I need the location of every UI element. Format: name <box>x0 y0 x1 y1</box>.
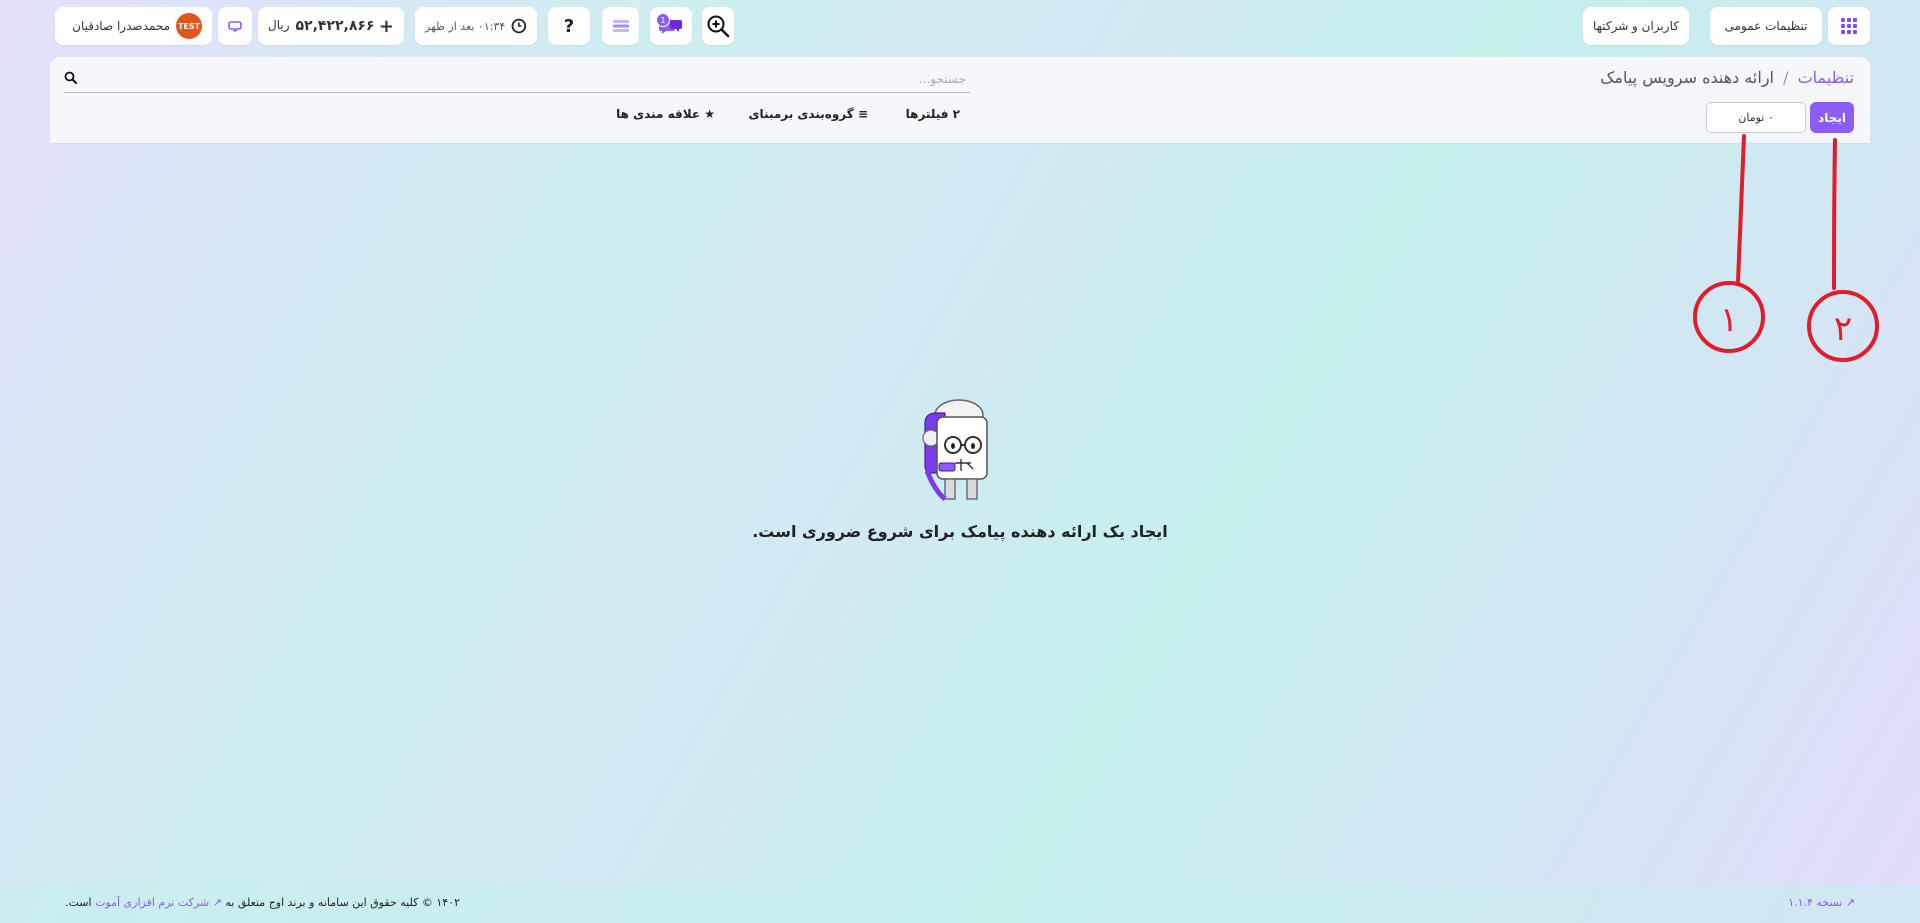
grid-icon <box>1841 18 1857 34</box>
footer: ۱۴۰۲ © کلیه حقوق این سامانه و برند اوج م… <box>0 885 1920 923</box>
user-name: محمدصدرا صادقیان <box>72 19 170 33</box>
filters-button[interactable]: ۲ فیلترها <box>906 107 960 121</box>
search-bar <box>64 64 970 93</box>
control-panel: تنظیمات / ارائه دهنده سرویس پیامک ایجاد … <box>50 57 1870 144</box>
balance-amount: ۵۲,۴۲۲,۸۶۶ <box>295 18 375 34</box>
device-toggle-button[interactable] <box>218 7 252 45</box>
balance-currency: ریال <box>268 18 290 32</box>
favorites-button[interactable]: ★ علاقه مندی ها <box>616 107 715 121</box>
help-button[interactable]: ? <box>548 7 590 45</box>
annotation-line-1 <box>1736 134 1746 284</box>
annotation-circle-2 <box>1807 290 1879 362</box>
list-icon <box>612 20 629 32</box>
annotation-line-2 <box>1832 138 1837 290</box>
clock-icon <box>511 18 527 34</box>
balance-plus[interactable]: + <box>379 16 394 37</box>
copyright: ۱۴۰۲ © کلیه حقوق این سامانه و برند اوج م… <box>65 896 460 909</box>
user-menu[interactable]: TEST محمدصدرا صادقیان <box>55 7 212 45</box>
chat-button[interactable]: 1 <box>650 7 692 45</box>
favorites-label: علاقه مندی ها <box>616 107 701 121</box>
breadcrumb: تنظیمات / ارائه دهنده سرویس پیامک <box>1600 68 1854 87</box>
user-avatar: TEST <box>176 13 202 39</box>
zoom-in-icon <box>707 15 730 38</box>
users-companies-button[interactable]: کاربران و شرکتها <box>1583 7 1689 45</box>
group-by-label: گروه‌بندی برمبنای <box>748 107 854 121</box>
external-link-icon: ↗ <box>1845 896 1855 909</box>
activity-button[interactable] <box>602 7 639 45</box>
filters-label: ۲ فیلترها <box>905 107 960 121</box>
star-icon: ★ <box>704 107 715 121</box>
annotation-circle-1 <box>1693 281 1765 353</box>
page-title: ارائه دهنده سرویس پیامک <box>1600 68 1774 87</box>
wallet-balance[interactable]: + ۵۲,۴۲۲,۸۶۶ ریال <box>258 7 404 45</box>
copyright-prefix: ۱۴۰۲ © کلیه حقوق این سامانه و برند اوج م… <box>225 896 460 909</box>
external-link-icon: ↗ <box>212 896 222 909</box>
group-by-button[interactable]: ≡ گروه‌بندی برمبنای <box>749 107 868 121</box>
apps-menu-button[interactable] <box>1828 7 1870 45</box>
monitor-icon <box>228 21 242 32</box>
list-lines-icon: ≡ <box>857 107 868 121</box>
general-settings-button[interactable]: تنظیمات عمومی <box>1710 7 1822 45</box>
company-link[interactable]: شرکت نرم افزاری آموت <box>95 896 209 909</box>
zoom-button[interactable] <box>702 7 734 45</box>
copyright-suffix: است. <box>65 896 92 909</box>
clock-widget: ۰۱:۳۴ بعد از ظهر <box>415 7 537 45</box>
annotation-marker-1: ۱ <box>1720 300 1738 340</box>
breadcrumb-settings-link[interactable]: تنظیمات <box>1798 68 1854 87</box>
clock-time: ۰۱:۳۴ بعد از ظهر <box>425 19 506 33</box>
version-label: نسخه ۱.۱.۴ <box>1788 896 1843 909</box>
empty-state-illustration <box>922 399 988 501</box>
empty-state-message: ایجاد یک ارائه دهنده پیامک برای شروع ضرو… <box>752 522 1168 541</box>
version-link[interactable]: ↗ نسخه ۱.۱.۴ <box>1788 896 1855 909</box>
annotation-marker-2: ۲ <box>1834 309 1852 349</box>
search-input[interactable] <box>84 68 968 90</box>
breadcrumb-separator: / <box>1783 68 1789 87</box>
question-icon: ? <box>563 15 575 37</box>
search-icon[interactable] <box>64 71 77 84</box>
chat-badge: 1 <box>656 13 670 27</box>
create-button[interactable]: ایجاد <box>1810 102 1854 133</box>
top-bar: تنظیمات عمومی کاربران و شرکتها TEST محمد… <box>0 0 1920 52</box>
toman-button[interactable]: ۰ تومان <box>1706 102 1806 133</box>
